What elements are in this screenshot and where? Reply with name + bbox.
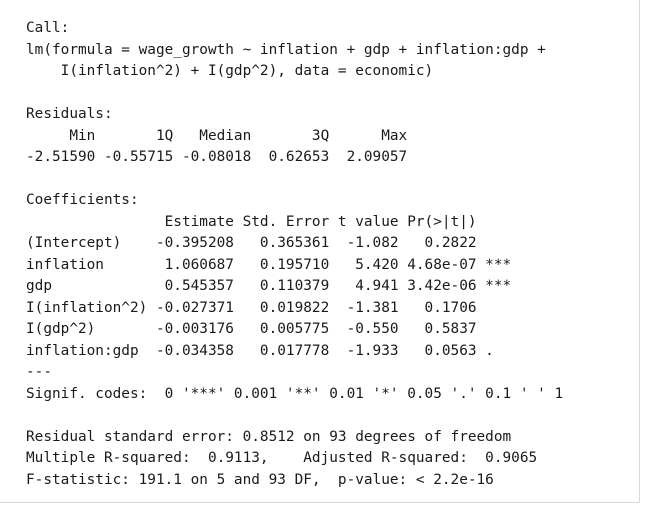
output-line: Call: [26,20,70,36]
output-line: I(gdp^2) -0.003176 0.005775 -0.550 0.583… [26,321,512,337]
output-line: -2.51590 -0.55715 -0.08018 0.62653 2.090… [26,149,416,165]
output-line: --- [26,364,52,380]
output-line: lm(formula = wage_growth ~ inflation + g… [26,41,546,58]
output-line: Multiple R-squared: 0.9113, Adjusted R-s… [26,450,546,466]
output-line: Residuals: [26,106,113,122]
output-line: I(inflation^2) -0.027371 0.019822 -1.381… [26,299,512,316]
output-line: F-statistic: 191.1 on 5 and 93 DF, p-val… [26,471,494,488]
regression-summary-text: Call: lm(formula = wage_growth ~ inflati… [26,18,563,491]
output-line: Coefficients: [26,192,139,208]
output-line: Estimate Std. Error t value Pr(>|t|) [26,213,512,230]
output-line: Min 1Q Median 3Q Max [26,127,416,144]
console-output-panel: Call: lm(formula = wage_growth ~ inflati… [0,0,640,503]
output-line: gdp 0.545357 0.110379 4.941 3.42e-06 *** [26,278,512,294]
output-line: (Intercept) -0.395208 0.365361 -1.082 0.… [26,235,512,251]
output-line: Signif. codes: 0 '***' 0.001 '**' 0.01 '… [26,385,564,402]
output-line: inflation:gdp -0.034358 0.017778 -1.933 … [26,342,512,359]
output-line: Residual standard error: 0.8512 on 93 de… [26,428,512,445]
output-line: I(inflation^2) + I(gdp^2), data = econom… [26,63,434,79]
output-line: inflation 1.060687 0.195710 5.420 4.68e-… [26,256,512,273]
